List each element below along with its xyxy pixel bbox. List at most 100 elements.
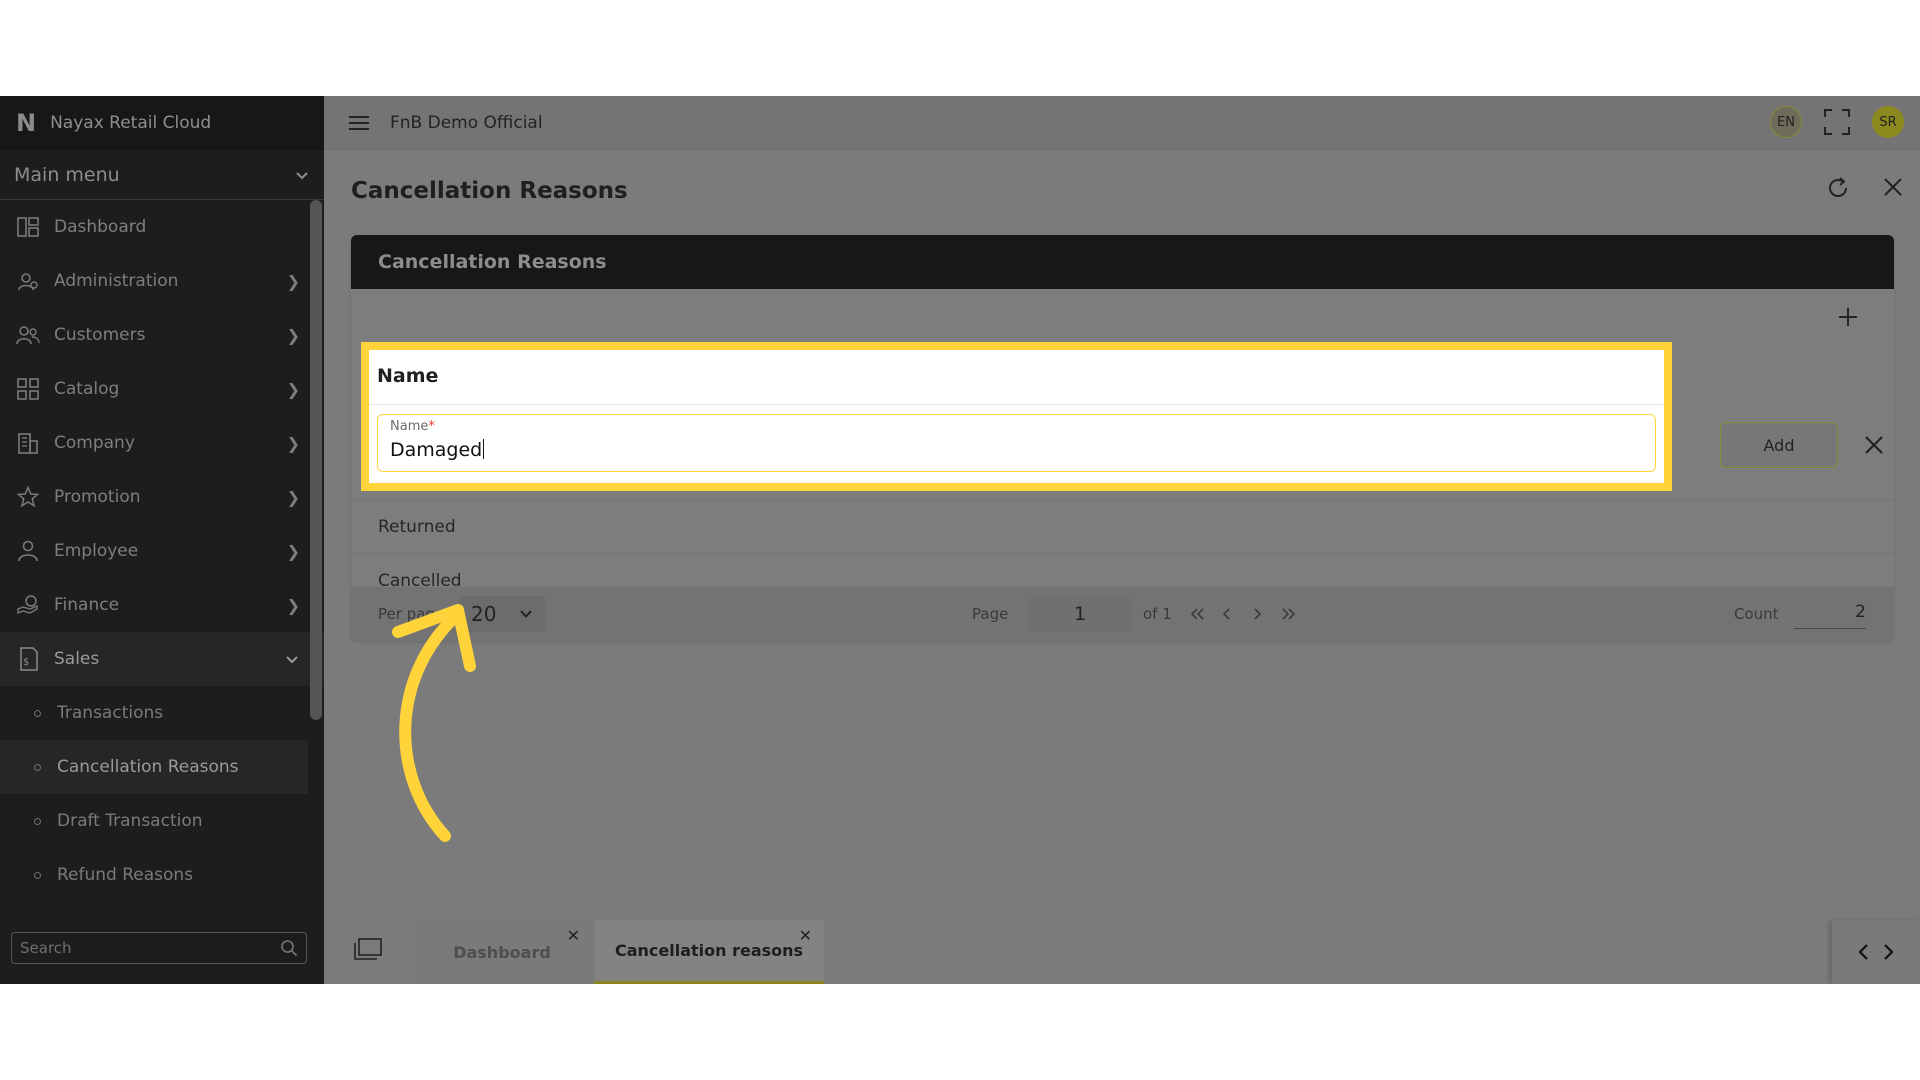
sidebar-item-finance[interactable]: Finance ❯	[0, 578, 324, 632]
chevron-left-icon[interactable]	[1857, 943, 1869, 961]
pagination-bar: Per page: 20 Page 1 of 1 Count 2	[351, 587, 1894, 641]
dashboard-icon	[16, 215, 40, 239]
chevron-right-icon: ❯	[286, 379, 300, 399]
add-plus-icon[interactable]	[1836, 305, 1860, 329]
chevron-down-icon	[286, 656, 298, 664]
add-button[interactable]: Add	[1720, 422, 1838, 468]
main-menu-toggle[interactable]: Main menu	[0, 150, 324, 200]
sidebar: N Nayax Retail Cloud Main menu Dashboard…	[0, 96, 324, 984]
refresh-icon[interactable]	[1826, 176, 1850, 200]
sidebar-item-company[interactable]: Company ❯	[0, 416, 324, 470]
close-page-icon[interactable]	[1882, 176, 1904, 198]
sidebar-item-dashboard[interactable]: Dashboard	[0, 200, 324, 254]
user-avatar[interactable]: SR	[1872, 106, 1904, 138]
chevron-right-icon: ❯	[286, 541, 300, 561]
first-page-icon[interactable]	[1189, 607, 1205, 621]
sidebar-item-label: Finance	[54, 595, 120, 615]
bullet-icon	[34, 871, 41, 879]
sidebar-item-employee[interactable]: Employee ❯	[0, 524, 324, 578]
sidebar-item-label: Promotion	[54, 487, 141, 507]
divider	[369, 404, 1664, 405]
sidebar-item-administration[interactable]: Administration ❯	[0, 254, 324, 308]
page-number-input[interactable]: 1	[1026, 597, 1134, 631]
sidebar-subitem-refund-reasons[interactable]: Refund Reasons	[0, 848, 324, 902]
sidebar-item-customers[interactable]: Customers ❯	[0, 308, 324, 362]
search-icon[interactable]	[280, 939, 298, 957]
customers-icon	[16, 323, 40, 347]
main-menu-label: Main menu	[14, 163, 120, 186]
chevron-down-icon	[520, 610, 532, 618]
catalog-grid-icon	[16, 377, 40, 401]
sales-icon: $	[16, 647, 40, 671]
row-name: Returned	[378, 516, 456, 537]
chevron-right-icon: ❯	[286, 595, 300, 615]
hamburger-menu-icon[interactable]	[348, 114, 370, 132]
sidebar-subitem-transactions[interactable]: Transactions	[0, 686, 324, 740]
sidebar-item-label: Sales	[54, 649, 100, 669]
cancel-row-icon[interactable]	[1864, 435, 1884, 455]
name-field-label-text: Name	[390, 419, 429, 434]
sidebar-subitem-draft-transaction[interactable]: Draft Transaction	[0, 794, 324, 848]
finance-icon	[16, 593, 40, 617]
next-page-icon[interactable]	[1253, 607, 1263, 621]
sidebar-subitem-label: Transactions	[57, 703, 164, 723]
table-row[interactable]: Returned	[351, 499, 1894, 553]
fullscreen-icon[interactable]	[1824, 109, 1850, 135]
tab-dashboard[interactable]: Dashboard ✕	[412, 920, 592, 984]
name-input[interactable]: Name* Damaged	[377, 414, 1656, 472]
chevron-right-icon: ❯	[286, 433, 300, 453]
tab-scroll-controls	[1832, 920, 1920, 984]
admin-gear-icon	[16, 269, 40, 293]
top-bar-actions: EN SR	[1770, 106, 1904, 138]
last-page-icon[interactable]	[1281, 607, 1297, 621]
tab-label: Cancellation reasons	[614, 941, 804, 960]
sidebar-item-catalog[interactable]: Catalog ❯	[0, 362, 324, 416]
text-caret	[483, 439, 485, 459]
prev-page-icon[interactable]	[1221, 607, 1231, 621]
sidebar-scrollbar[interactable]	[310, 200, 322, 720]
brand-header[interactable]: N Nayax Retail Cloud	[0, 96, 324, 150]
new-reason-form-highlight: Name Name* Damaged	[361, 342, 1672, 491]
bullet-icon	[34, 709, 41, 717]
tabs-window-icon[interactable]	[354, 938, 382, 960]
tab-label: Dashboard	[453, 942, 551, 962]
close-tab-icon[interactable]: ✕	[799, 926, 812, 945]
close-tab-icon[interactable]: ✕	[567, 926, 580, 945]
sidebar-item-label: Employee	[54, 541, 139, 561]
page-of-label: of 1	[1143, 605, 1172, 623]
required-asterisk: *	[428, 419, 435, 434]
chevron-down-icon	[296, 171, 308, 179]
name-field-value: Damaged	[390, 439, 485, 461]
sidebar-subitem-label: Refund Reasons	[57, 865, 194, 885]
bullet-icon	[34, 763, 41, 771]
sidebar-subitem-label: Cancellation Reasons	[57, 757, 239, 777]
sidebar-item-promotion[interactable]: Promotion ❯	[0, 470, 324, 524]
app-window: N Nayax Retail Cloud Main menu Dashboard…	[0, 96, 1920, 984]
bottom-tab-bar: Dashboard ✕ Cancellation reasons ✕	[324, 912, 1920, 984]
star-icon	[16, 485, 40, 509]
main-content: FnB Demo Official EN SR Cancellation Rea…	[324, 96, 1920, 984]
employee-icon	[16, 539, 40, 563]
chevron-right-icon: ❯	[286, 271, 300, 291]
svg-text:$: $	[23, 657, 29, 668]
name-field-text: Damaged	[390, 439, 483, 461]
sidebar-item-label: Dashboard	[54, 217, 147, 237]
sidebar-subitem-cancellation-reasons[interactable]: Cancellation Reasons	[0, 740, 308, 794]
chevron-right-icon: ❯	[286, 487, 300, 507]
sidebar-item-label: Administration	[54, 271, 179, 291]
sidebar-item-label: Company	[54, 433, 135, 453]
annotation-arrow-icon	[392, 604, 476, 842]
page-label: Page	[972, 605, 1009, 623]
chevron-right-icon[interactable]	[1883, 943, 1895, 961]
chevron-right-icon: ❯	[286, 325, 300, 345]
sidebar-item-sales[interactable]: $ Sales	[0, 632, 324, 686]
tab-cancellation-reasons[interactable]: Cancellation reasons ✕	[594, 920, 824, 984]
sidebar-search-input[interactable]: Search	[11, 932, 307, 964]
count-value: 2	[1794, 595, 1866, 629]
page-title: Cancellation Reasons	[351, 178, 628, 204]
tenant-name: FnB Demo Official	[390, 112, 543, 133]
sidebar-item-label: Customers	[54, 325, 146, 345]
bullet-icon	[34, 817, 41, 825]
company-building-icon	[16, 431, 40, 455]
language-button[interactable]: EN	[1770, 106, 1802, 138]
